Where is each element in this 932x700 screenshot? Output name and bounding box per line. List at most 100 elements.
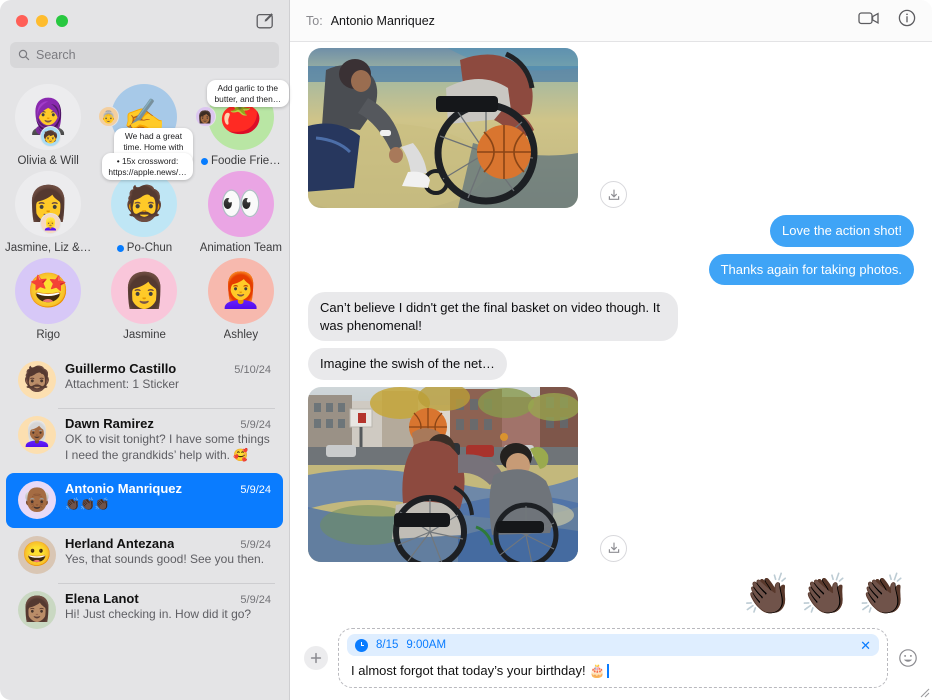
avatar: 👩🏽 — [18, 590, 56, 629]
recipient-name[interactable]: Antonio Manriquez — [331, 14, 435, 28]
search-input[interactable]: Search — [10, 42, 279, 68]
conversation-snippet: 👏🏿👏🏿👏🏿 — [65, 496, 110, 511]
search-icon — [18, 49, 30, 61]
clock-icon — [355, 638, 368, 652]
tapback-emoji[interactable]: 👏🏿 — [743, 575, 793, 615]
search-placeholder: Search — [36, 48, 76, 62]
pinned-avatar: 🤩 — [15, 258, 82, 324]
compose-icon[interactable] — [255, 11, 275, 31]
pinned-label-text: Ashley — [223, 329, 259, 341]
scheduled-date: 8/15 — [376, 639, 399, 651]
pinned-label-text: Animation Team — [199, 242, 282, 254]
header-actions — [858, 9, 916, 32]
message-bubble-outgoing[interactable]: Love the action shot! — [770, 215, 914, 247]
pinned-label-text: Jasmine — [123, 329, 166, 341]
message-bubble-outgoing[interactable]: Thanks again for taking photos. — [708, 253, 920, 286]
conversation-list-item[interactable]: 👴🏾 Antonio Manriquez 5/9/24 👏🏿👏🏿👏🏿 — [6, 472, 283, 528]
conversation-date: 5/9/24 — [240, 419, 271, 431]
avatar: 🧔🏽 — [18, 361, 56, 399]
download-icon[interactable] — [600, 534, 627, 562]
conversation-list-item[interactable]: 👩🏽 Elena Lanot 5/9/24 Hi! Just checking in.… — [6, 582, 283, 638]
pinned-label-text: Olivia & Will — [17, 155, 79, 167]
pinned-preview-bubble: Add garlic to the butter, and then… — [206, 80, 289, 107]
avatar: 👩🏾‍🦳 — [18, 416, 56, 454]
titlebar-sidebar — [0, 0, 289, 42]
conversation-date: 5/10/24 — [234, 364, 271, 376]
pinned-avatar: 👀 — [207, 171, 274, 237]
pinned-label-text: Foodie Frie… — [210, 155, 281, 167]
resize-handle[interactable] — [918, 686, 930, 698]
conversation-list-item[interactable]: 😀 Herland Antezana 5/9/24 Yes, that sounds … — [6, 528, 283, 583]
message-row: Love the action shot! — [308, 215, 914, 247]
tapback-emoji[interactable]: 👏🏿 — [800, 575, 850, 615]
message-draft-text[interactable]: I almost forgot that today’s your birthd… — [347, 656, 879, 681]
message-input[interactable]: 8/15 9:00AM ✕ I almost forgot that today… — [338, 628, 888, 688]
info-circle-icon[interactable] — [898, 9, 916, 32]
minimize-window-button[interactable] — [36, 15, 48, 27]
pinned-label-text: Rigo — [36, 329, 60, 341]
pinned-label: Po-Chun — [116, 242, 173, 254]
conversation-date: 5/9/24 — [240, 483, 271, 496]
search-container: Search — [0, 42, 289, 80]
pinned-label: Rigo — [36, 329, 60, 341]
draft-value: I almost forgot that today’s your birthd… — [351, 663, 606, 678]
scheduled-time: 9:00AM — [406, 639, 447, 651]
pinned-conversation-foodie-frie[interactable]: 🍅 👩🏾 Add garlic to the butter, and then… Fo… — [193, 80, 289, 171]
pinned-row: 👩 👱‍♀️ Jasmine, Liz &… 🧔 • 15x crossword: ht… — [0, 153, 289, 258]
message-bubble-incoming[interactable]: Can’t believe I didn't get the final bas… — [308, 292, 678, 342]
conversation-top: Dawn Ramirez 5/9/24 — [65, 416, 271, 431]
conversation-header: To: Antonio Manriquez — [290, 0, 932, 42]
close-icon[interactable]: ✕ — [860, 639, 871, 652]
pinned-label-text: Po-Chun — [126, 242, 173, 254]
pinned-conversations: 🧕 🧒 Olivia & Will ✍️ 👵 We had a great time. H… — [0, 80, 289, 351]
wheelchair-basketball-shooting-photo[interactable] — [308, 386, 578, 562]
pinned-secondary-avatar: 👱‍♀️ — [40, 213, 61, 234]
pinned-label: Jasmine — [123, 329, 166, 341]
pinned-avatar: 👩‍🦰 — [207, 258, 274, 324]
text-caret — [607, 664, 609, 678]
pinned-conversation-jasmine-liz[interactable]: 👩 👱‍♀️ Jasmine, Liz &… — [0, 171, 96, 258]
add-attachment-button[interactable] — [304, 646, 328, 670]
messages-window: Search 🧕 🧒 Olivia & Will ✍️ 👵 We had a great … — [0, 0, 932, 700]
pinned-label-text: Jasmine, Liz &… — [5, 242, 92, 254]
conversation-top: Guillermo Castillo 5/10/24 — [65, 361, 271, 376]
conversation-name: Elena Lanot — [65, 590, 139, 606]
conversation-body: Herland Antezana 5/9/24 Yes, that sounds g… — [65, 536, 271, 568]
pinned-avatar: 🧔 — [111, 171, 178, 237]
conversation-date: 5/9/24 — [240, 593, 271, 606]
to-label: To: — [306, 13, 323, 28]
pinned-conversation-animation-team[interactable]: 👀 Animation Team — [193, 171, 289, 258]
pinned-conversation-ashley[interactable]: 👩‍🦰 Ashley — [193, 258, 289, 345]
wheelchair-basketball-defense-photo[interactable] — [308, 48, 578, 208]
message-thread[interactable]: Love the action shot! Thanks again for t… — [290, 42, 932, 620]
pinned-conversation-po-chun[interactable]: 🧔 • 15x crossword: https://apple.news/… Po… — [96, 153, 193, 258]
conversation-list-item[interactable]: 👩🏾‍🦳 Dawn Ramirez 5/9/24 OK to visit tonigh… — [6, 408, 283, 473]
video-camera-icon[interactable] — [858, 10, 880, 31]
message-row — [308, 48, 914, 208]
message-bubble-incoming[interactable]: Imagine the swish of the net… — [308, 348, 507, 380]
zoom-window-button[interactable] — [56, 15, 68, 27]
conversation-list-item[interactable]: 🧔🏽 Guillermo Castillo 5/10/24 Attachment: 1… — [6, 353, 283, 408]
tapback-reactions[interactable]: 👏🏿 👏🏿 👏🏿 — [308, 575, 908, 615]
tapback-emoji[interactable]: 👏🏿 — [858, 575, 908, 615]
pinned-conversation-rigo[interactable]: 🤩 Rigo — [0, 258, 96, 345]
close-window-button[interactable] — [16, 15, 28, 27]
pinned-label: Foodie Frie… — [200, 155, 281, 167]
message-row — [308, 386, 914, 562]
message-composer: 8/15 9:00AM ✕ I almost forgot that today… — [290, 620, 932, 700]
pinned-conversation-olivia-will[interactable]: 🧕 🧒 Olivia & Will — [0, 84, 96, 171]
emoji-smiley-icon[interactable] — [898, 648, 918, 668]
conversation-body: Antonio Manriquez 5/9/24 👏🏿👏🏿👏🏿 — [65, 481, 271, 513]
message-row: Thanks again for taking photos. — [308, 253, 920, 286]
conversation-date: 5/9/24 — [240, 538, 271, 551]
sidebar: Search 🧕 🧒 Olivia & Will ✍️ 👵 We had a great … — [0, 0, 290, 700]
conversation-body: Guillermo Castillo 5/10/24 Attachment: 1 S… — [65, 361, 271, 393]
conversation-body: Elena Lanot 5/9/24 Hi! Just checking in. H… — [65, 591, 271, 623]
scheduled-send-chip[interactable]: 8/15 9:00AM ✕ — [347, 634, 879, 656]
conversation-top: Herland Antezana 5/9/24 — [65, 536, 271, 551]
conversation-pane: To: Antonio Manriquez Love the action sh… — [290, 0, 932, 700]
pinned-conversation-jasmine[interactable]: 👩 Jasmine — [96, 258, 192, 345]
conversation-top: Elena Lanot 5/9/24 — [65, 591, 271, 606]
pinned-preview-bubble: • 15x crossword: https://apple.news/… — [102, 153, 193, 180]
download-icon[interactable] — [600, 181, 627, 208]
